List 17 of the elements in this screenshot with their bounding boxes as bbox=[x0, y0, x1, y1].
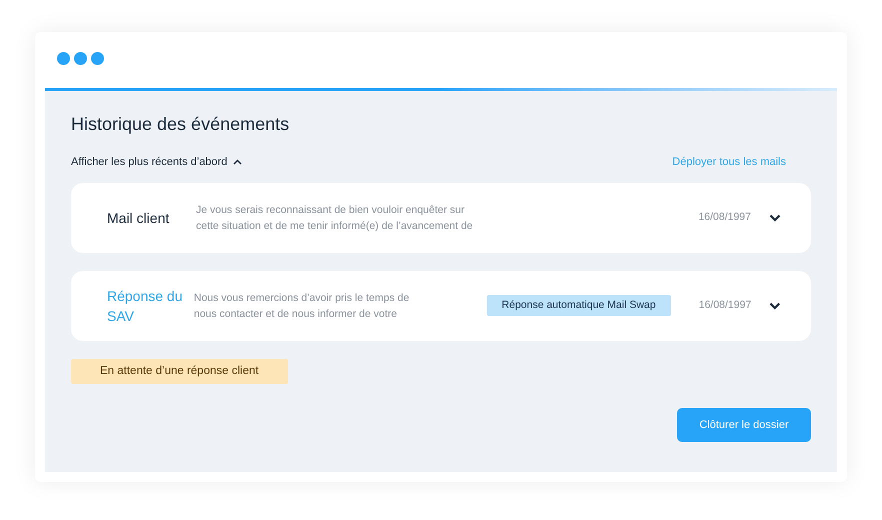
mail-excerpt-line: nous contacter et de nous informer de votre bbox=[194, 306, 397, 322]
mail-excerpt-line: cette situation et de me tenir informé(e) de l’avancement de bbox=[196, 218, 473, 234]
mail-excerpt-line: Je vous serais reconnaissant de bien vouloir enquêter sur bbox=[196, 202, 464, 218]
status-badge: En attente d’une réponse client bbox=[71, 358, 288, 384]
caret-icon bbox=[233, 159, 242, 166]
mail-card[interactable]: Mail client Je vous serais reconnaissant de bien vouloir enquêter sur cette situation et de me tenir informé(e) de l’avancement de 16/08/1997 bbox=[71, 182, 811, 252]
mail-date: 16/08/1997 bbox=[698, 210, 751, 225]
mail-date: 16/08/1997 bbox=[698, 298, 752, 313]
sort-toggle[interactable]: Afficher les plus récents d’abord bbox=[71, 154, 242, 170]
mail-sender: Réponse du SAV bbox=[107, 286, 184, 326]
mail-sender: Mail client bbox=[107, 208, 170, 228]
section-title: Historique des événements bbox=[71, 113, 290, 136]
mail-card[interactable]: Réponse du SAV Nous vous remercions d’avoir pris le temps de nous contacter et de nous informer de votre Réponse automatique Mail Swap 16/08/1997 bbox=[71, 270, 811, 340]
chevron-down-icon[interactable] bbox=[769, 214, 781, 222]
chevron-down-icon[interactable] bbox=[769, 302, 782, 310]
mail-excerpt-line: Nous vous remercions d’avoir pris le temps de bbox=[194, 290, 410, 306]
mail-tag: Réponse automatique Mail Swap bbox=[486, 294, 671, 316]
